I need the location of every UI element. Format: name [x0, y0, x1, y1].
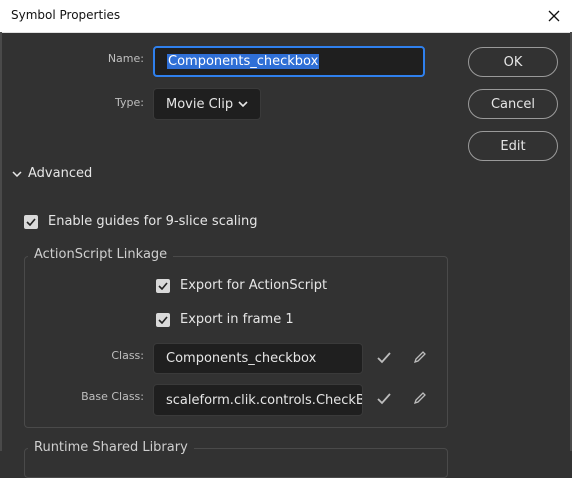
chevron-down-icon	[12, 170, 22, 177]
edit-base-class-button[interactable]	[412, 390, 428, 406]
type-dropdown[interactable]: Movie Clip	[153, 88, 261, 120]
close-icon	[548, 10, 560, 22]
advanced-toggle[interactable]: Advanced	[12, 166, 92, 181]
base-class-label: Base Class:	[81, 390, 144, 403]
close-button[interactable]	[544, 6, 564, 26]
nine-slice-checkbox[interactable]	[24, 214, 38, 229]
validate-class-button[interactable]	[376, 350, 392, 366]
class-input[interactable]: Components_checkbox	[153, 343, 363, 374]
window-title: Symbol Properties	[11, 8, 121, 22]
name-input-value: Components_checkbox	[167, 54, 320, 69]
checkmark-icon	[26, 217, 36, 226]
export-actionscript-label: Export for ActionScript	[180, 278, 328, 293]
base-class-input-value: scaleform.clik.controls.CheckBox	[166, 392, 363, 408]
runtime-shared-library-legend: Runtime Shared Library	[28, 440, 194, 455]
actionscript-linkage-legend: ActionScript Linkage	[28, 247, 174, 262]
window-edge-left	[0, 32, 2, 451]
class-label: Class:	[111, 349, 144, 362]
cancel-button[interactable]: Cancel	[468, 89, 558, 119]
title-bar: Symbol Properties	[0, 0, 572, 33]
type-dropdown-value: Movie Clip	[166, 96, 234, 112]
nine-slice-label: Enable guides for 9-slice scaling	[48, 214, 258, 229]
export-actionscript-row: Export for ActionScript	[156, 278, 327, 293]
checkmark-icon	[158, 281, 168, 290]
base-class-input[interactable]: scaleform.clik.controls.CheckBox	[153, 384, 363, 416]
pencil-icon	[413, 351, 426, 364]
chevron-down-icon	[238, 101, 248, 107]
validate-base-class-button[interactable]	[376, 391, 392, 407]
checkmark-icon	[377, 352, 391, 364]
checkmark-icon	[158, 315, 168, 324]
export-actionscript-checkbox[interactable]	[156, 278, 170, 293]
export-frame1-label: Export in frame 1	[180, 312, 294, 327]
ok-button[interactable]: OK	[468, 47, 558, 77]
name-label: Name:	[107, 52, 144, 65]
pencil-icon	[413, 392, 426, 405]
checkmark-icon	[377, 393, 391, 405]
nine-slice-row: Enable guides for 9-slice scaling	[24, 214, 258, 229]
name-input[interactable]: Components_checkbox	[153, 46, 425, 77]
advanced-label: Advanced	[28, 166, 93, 181]
export-frame1-checkbox[interactable]	[156, 312, 170, 327]
type-label: Type:	[115, 96, 144, 109]
class-input-value: Components_checkbox	[166, 351, 317, 366]
edit-button[interactable]: Edit	[468, 131, 558, 161]
edit-class-button[interactable]	[412, 349, 428, 365]
export-frame1-row: Export in frame 1	[156, 312, 294, 327]
